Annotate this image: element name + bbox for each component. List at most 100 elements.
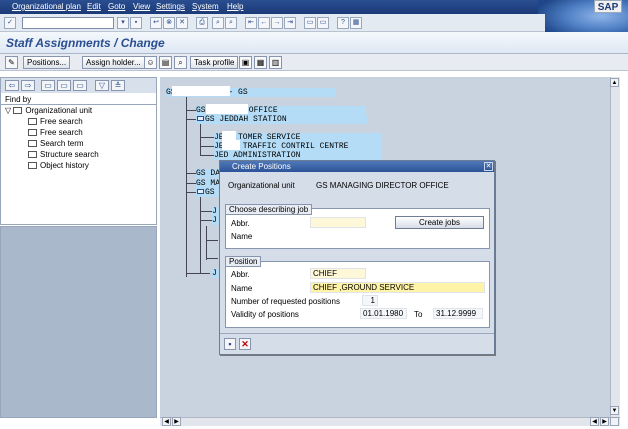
expand-icon[interactable]: ▭ — [57, 80, 71, 91]
back-arrow-icon[interactable]: ⇦ — [5, 80, 19, 91]
tree-line — [186, 97, 187, 277]
search-item-search-term[interactable]: Search term — [28, 139, 84, 148]
collapse-triangle-icon[interactable]: ▽ — [5, 106, 11, 115]
tree-node-administration[interactable]: JED ADMINISTRATION — [214, 151, 382, 160]
choose-job-group-title: Choose describing job — [225, 204, 313, 215]
org-unit-icon — [197, 116, 204, 121]
enter-icon[interactable]: ✓ — [4, 17, 16, 29]
position-name-input[interactable]: CHIEF ,GROUND SERVICE — [310, 282, 485, 293]
search-tool-icon — [28, 140, 37, 147]
dialog-title: Create Positions — [232, 162, 291, 171]
org-chart-icon[interactable]: ▥ — [269, 56, 282, 69]
menu-goto[interactable]: Goto — [108, 2, 125, 11]
tree-line — [200, 137, 214, 138]
tree-line — [186, 183, 196, 184]
sort-icon[interactable]: ≙ — [111, 80, 125, 91]
next-page-icon[interactable]: → — [271, 17, 283, 29]
dialog-footer-divider — [220, 333, 494, 334]
new-session-icon[interactable]: ▭ — [304, 17, 316, 29]
tree-root-organizational-unit[interactable]: ▽ Organizational unit — [5, 106, 92, 115]
horizontal-scrollbar[interactable] — [160, 417, 620, 426]
validity-label: Validity of positions — [231, 310, 299, 319]
sap-logo: SAP — [594, 0, 622, 13]
scroll-left-icon[interactable]: ◀ — [162, 417, 171, 426]
tree-icon[interactable]: ▦ — [254, 56, 267, 69]
selection-area — [0, 226, 157, 418]
menu-settings[interactable]: Settings — [156, 2, 185, 11]
save-icon[interactable]: ▪ — [224, 338, 236, 350]
search-tool-icon — [28, 151, 37, 158]
assign-holder-button[interactable]: Assign holder... — [82, 56, 145, 69]
search-item-label: Object history — [40, 161, 89, 170]
tree-node-jeddah-station[interactable]: GS JEDDAH STATION — [196, 115, 368, 124]
tree-line — [186, 110, 196, 111]
cancel-icon[interactable]: ✕ — [239, 338, 251, 350]
close-icon[interactable]: ✕ — [484, 162, 493, 171]
menu-organizational-plan[interactable]: Organizational plan — [12, 2, 81, 11]
job-abbr-input[interactable] — [310, 217, 366, 228]
valid-from-input[interactable]: 01.01.1980 — [360, 308, 407, 319]
collapse-icon[interactable]: ▭ — [41, 80, 55, 91]
position-abbr-input[interactable]: CHIEF — [310, 268, 366, 279]
valid-to-input[interactable]: 31.12.9999 — [433, 308, 483, 319]
tree-node-label: GS JEDDAH STATION — [205, 115, 287, 124]
scroll-up-icon[interactable]: ▲ — [610, 78, 619, 87]
scroll-right-icon[interactable]: ▶ — [600, 417, 609, 426]
menu-system[interactable]: System — [192, 2, 219, 11]
scroll-left-icon[interactable]: ◀ — [590, 417, 599, 426]
forward-arrow-icon[interactable]: ⇨ — [21, 80, 35, 91]
task-profile-button[interactable]: Task profile — [190, 56, 239, 69]
menu-edit[interactable]: Edit — [87, 2, 101, 11]
menu-help[interactable]: Help — [227, 2, 243, 11]
find-icon[interactable]: ⌕ — [212, 17, 224, 29]
previous-page-icon[interactable]: ← — [258, 17, 270, 29]
redaction — [222, 140, 240, 150]
position-abbr-label: Abbr. — [231, 270, 250, 279]
position-group-title: Position — [225, 256, 262, 267]
structure-icon[interactable]: ▣ — [239, 56, 252, 69]
tree-line — [186, 192, 196, 193]
search-item-object-history[interactable]: Object history — [28, 161, 89, 170]
edit-pencil-icon[interactable]: ✎ — [5, 56, 18, 69]
dropdown-icon[interactable]: ▾ — [117, 17, 129, 29]
filter-icon[interactable]: ▽ — [95, 80, 109, 91]
back-icon[interactable]: ↩ — [150, 17, 162, 29]
job-name-label: Name — [231, 232, 253, 241]
help-icon[interactable]: ? — [337, 17, 349, 29]
job-abbr-label: Abbr. — [231, 219, 250, 228]
tree-node-gs-ma[interactable]: GS MA — [196, 179, 220, 188]
command-field[interactable] — [22, 17, 114, 29]
find-next-icon[interactable]: ⌕ — [225, 17, 237, 29]
layout-icon[interactable]: ▭ — [73, 80, 87, 91]
search-item-free-search-2[interactable]: Free search — [28, 128, 83, 137]
redaction — [206, 104, 248, 114]
scroll-right-icon[interactable]: ▶ — [172, 417, 181, 426]
detail-icon[interactable]: ▤ — [159, 56, 172, 69]
search-tool-icon — [28, 129, 37, 136]
print-icon[interactable]: ⎙ — [196, 17, 208, 29]
tree-node-gs-da[interactable]: GS DA — [196, 169, 220, 178]
vertical-scrollbar[interactable] — [610, 77, 620, 417]
tree-root-label: Organizational unit — [25, 106, 93, 115]
menu-view[interactable]: View — [133, 2, 150, 11]
tree-node-gs-op[interactable]: GS OP — [196, 188, 229, 197]
search-item-label: Structure search — [40, 150, 99, 159]
search-icon[interactable]: ⌕ — [174, 56, 187, 69]
person-icon[interactable]: ☺ — [144, 56, 157, 69]
shortcut-icon[interactable]: ▭ — [317, 17, 329, 29]
save-icon[interactable]: ▪ — [130, 17, 142, 29]
search-item-structure-search[interactable]: Structure search — [28, 150, 99, 159]
scroll-down-icon[interactable]: ▼ — [610, 406, 619, 415]
create-jobs-button[interactable]: Create jobs — [395, 216, 484, 229]
tree-line — [200, 155, 214, 156]
exit-icon[interactable]: ⊗ — [163, 17, 175, 29]
requested-positions-input[interactable]: 1 — [362, 295, 378, 306]
last-page-icon[interactable]: ⇥ — [284, 17, 296, 29]
org-unit-label: Organizational unit — [228, 181, 295, 190]
tree-line — [200, 197, 201, 273]
first-page-icon[interactable]: ⇤ — [245, 17, 257, 29]
positions-button[interactable]: Positions... — [23, 56, 71, 69]
layout-icon[interactable]: ▦ — [350, 17, 362, 29]
cancel-icon[interactable]: ✕ — [176, 17, 188, 29]
search-item-free-search[interactable]: Free search — [28, 117, 83, 126]
